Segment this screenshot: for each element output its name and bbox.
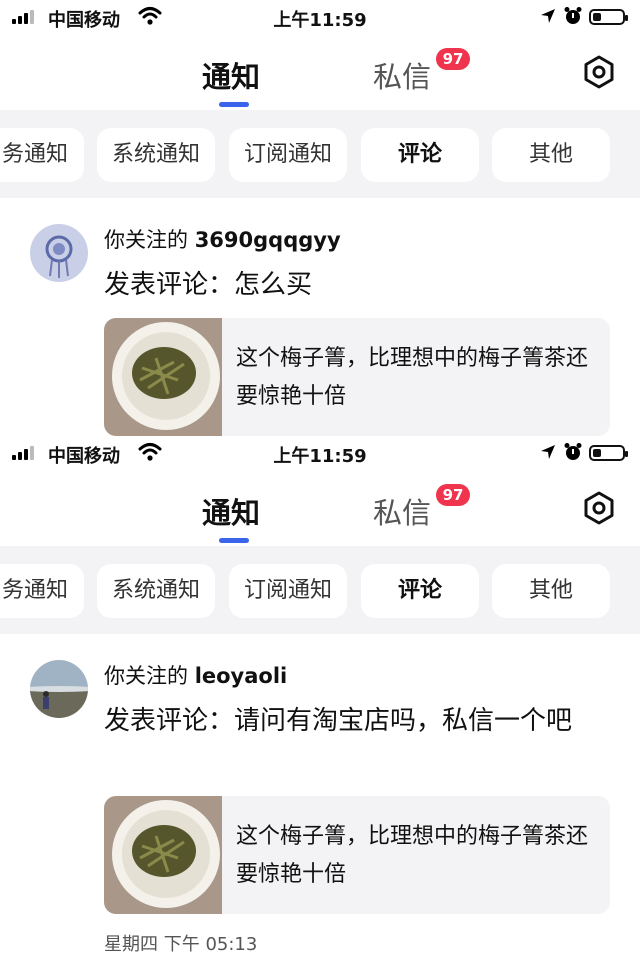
battery-icon — [589, 9, 628, 25]
comment-item[interactable]: 你关注的 leoyaoli 发表评论：请问有淘宝店吗，私信一个吧 这个梅子箐，比… — [0, 634, 640, 962]
chip-subscription-notifications[interactable]: 订阅通知 — [229, 564, 347, 618]
post-thumbnail — [104, 318, 222, 436]
chip-comments[interactable]: 评论 — [361, 564, 479, 618]
avatar[interactable] — [30, 224, 88, 282]
username[interactable]: leoyaoli — [195, 664, 288, 688]
commenter-line: 你关注的 leoyaoli — [104, 660, 287, 690]
active-tab-indicator — [219, 538, 249, 543]
follow-prefix: 你关注的 — [104, 228, 188, 252]
chip-comments[interactable]: 评论 — [361, 128, 479, 182]
comment-text: 发表评论：请问有淘宝店吗，私信一个吧 — [104, 706, 573, 736]
chip-system-notifications[interactable]: 系统通知 — [97, 564, 215, 618]
referenced-post-card[interactable]: 这个梅子箐，比理想中的梅子箐茶还要惊艳十倍 — [104, 318, 610, 436]
location-arrow-icon — [541, 9, 555, 23]
chip-other[interactable]: 其他 — [492, 564, 610, 618]
chip-service-notifications[interactable]: 务通知 — [0, 128, 84, 182]
status-bar: 中国移动 上午11:59 — [0, 436, 640, 470]
commenter-line: 你关注的 3690gqqgyy — [104, 224, 341, 254]
referenced-post-title: 这个梅子箐，比理想中的梅子箐茶还要惊艳十倍 — [236, 346, 589, 409]
header: 通知 私信 97 — [0, 470, 640, 546]
chip-service-notifications[interactable]: 务通知 — [0, 564, 84, 618]
tab-private-messages[interactable]: 私信 — [373, 490, 431, 532]
battery-icon — [589, 445, 628, 461]
tab-notifications[interactable]: 通知 — [202, 490, 260, 532]
chip-system-notifications[interactable]: 系统通知 — [97, 128, 215, 182]
category-filter-bar: 务通知 系统通知 订阅通知 评论 其他 — [0, 110, 640, 198]
comment-item[interactable]: 你关注的 3690gqqgyy 发表评论：怎么买 这个梅子箐，比理想中的梅子箐茶… — [0, 198, 640, 436]
tab-private-messages[interactable]: 私信 — [373, 54, 431, 96]
avatar[interactable] — [30, 660, 88, 718]
alarm-icon — [564, 443, 582, 460]
post-thumbnail — [104, 796, 222, 914]
username[interactable]: 3690gqqgyy — [195, 228, 341, 252]
tab-notifications[interactable]: 通知 — [202, 54, 260, 96]
screenshot-panel-1: 中国移动 上午11:59 通知 私信 97 务通知 系统通知 订阅通知 评论 其… — [0, 0, 640, 436]
chip-other[interactable]: 其他 — [492, 128, 610, 182]
header: 通知 私信 97 — [0, 34, 640, 110]
active-tab-indicator — [219, 102, 249, 107]
status-bar: 中国移动 上午11:59 — [0, 0, 640, 34]
messages-badge: 97 — [436, 48, 470, 70]
screenshot-panel-2: 中国移动 上午11:59 通知 私信 97 务通知 系统通知 订阅通知 评论 其… — [0, 436, 640, 962]
follow-prefix: 你关注的 — [104, 664, 188, 688]
messages-badge: 97 — [436, 484, 470, 506]
location-arrow-icon — [541, 445, 555, 459]
referenced-post-title: 这个梅子箐，比理想中的梅子箐茶还要惊艳十倍 — [236, 824, 589, 887]
category-filter-bar: 务通知 系统通知 订阅通知 评论 其他 — [0, 546, 640, 634]
referenced-post-card[interactable]: 这个梅子箐，比理想中的梅子箐茶还要惊艳十倍 — [104, 796, 610, 914]
comment-text: 发表评论：怎么买 — [104, 270, 313, 300]
chip-subscription-notifications[interactable]: 订阅通知 — [229, 128, 347, 182]
alarm-icon — [564, 7, 582, 24]
settings-icon[interactable] — [581, 54, 617, 90]
comment-timestamp: 星期四 下午 05:13 — [104, 934, 258, 955]
settings-icon[interactable] — [581, 490, 617, 526]
